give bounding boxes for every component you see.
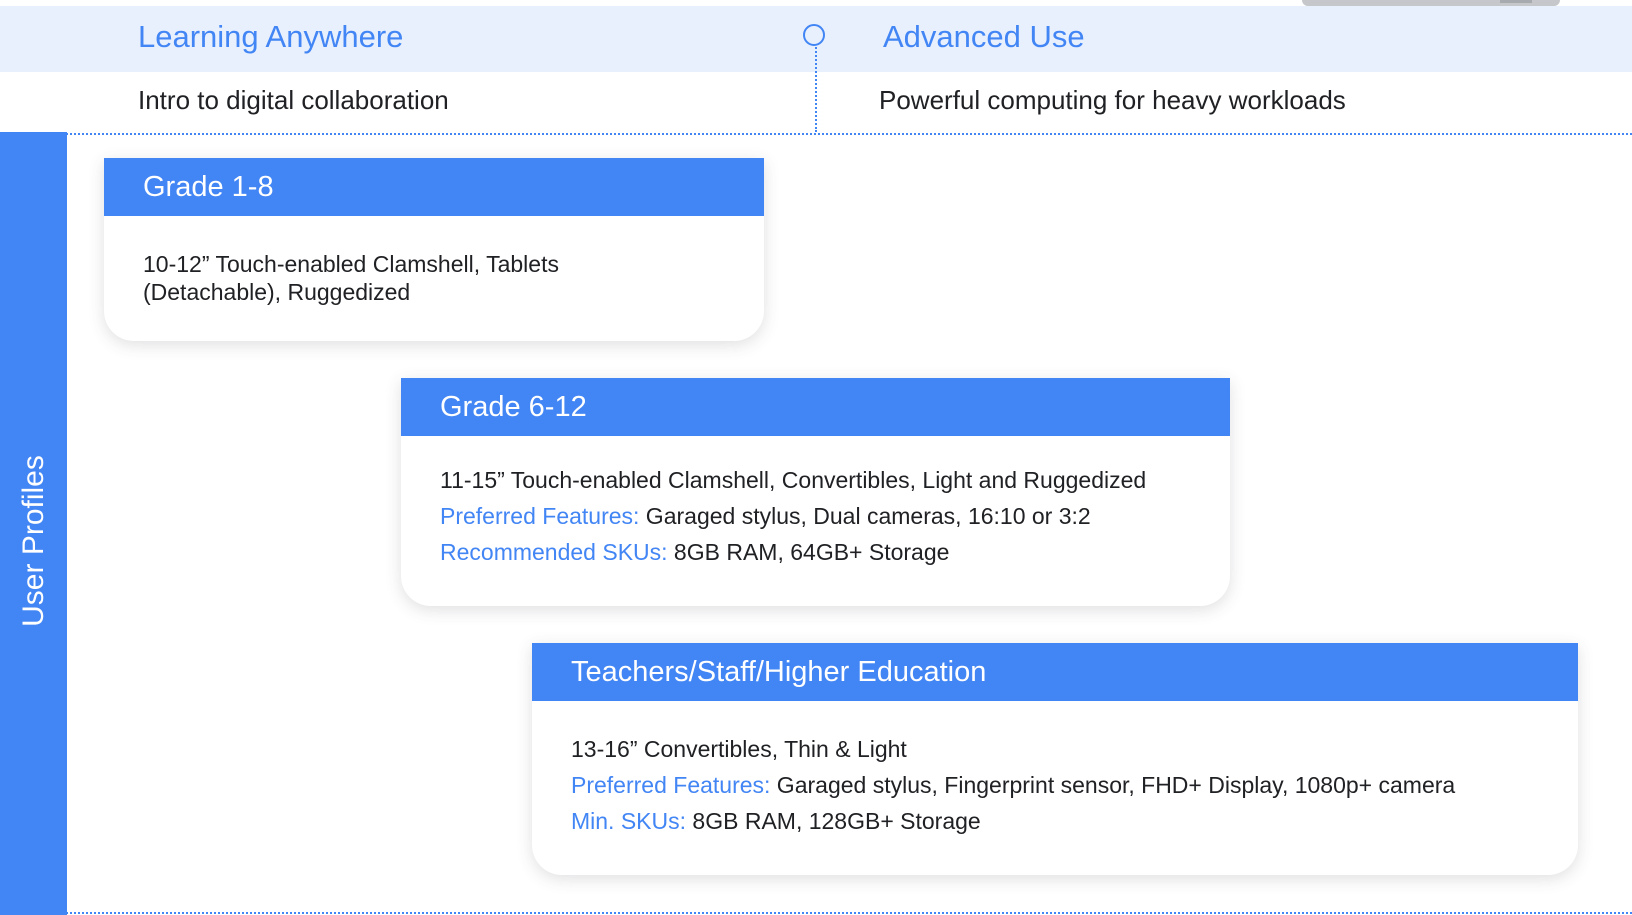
advanced-use-heading: Advanced Use — [883, 19, 1085, 54]
card-body: 13-16” Convertibles, Thin & Light Prefer… — [532, 701, 1578, 839]
skus-value: 8GB RAM, 128GB+ Storage — [686, 808, 981, 834]
skus-label: Min. SKUs: — [571, 808, 687, 834]
card-skus-line: Recommended SKUs: 8GB RAM, 64GB+ Storage — [440, 534, 1200, 570]
card-teachers-staff-higher-education: Teachers/Staff/Higher Education 13-16” C… — [532, 643, 1578, 875]
features-label: Preferred Features: — [571, 772, 771, 798]
card-description: 10-12” Touch-enabled Clamshell, Tablets … — [143, 251, 559, 305]
card-features-line: Preferred Features: Garaged stylus, Dual… — [440, 498, 1200, 534]
card-title: Teachers/Staff/Higher Education — [532, 643, 1578, 701]
card-grade-6-12: Grade 6-12 11-15” Touch-enabled Clamshel… — [401, 378, 1230, 606]
card-description: 11-15” Touch-enabled Clamshell, Converti… — [440, 467, 1147, 493]
skus-value: 8GB RAM, 64GB+ Storage — [667, 539, 950, 565]
card-body: 11-15” Touch-enabled Clamshell, Converti… — [401, 436, 1230, 570]
card-features-line: Preferred Features: Garaged stylus, Fing… — [571, 767, 1548, 803]
advanced-use-subheading: Powerful computing for heavy workloads — [879, 85, 1346, 115]
card-grade-1-8: Grade 1-8 10-12” Touch-enabled Clamshell… — [104, 158, 764, 341]
features-value: Garaged stylus, Dual cameras, 16:10 or 3… — [639, 503, 1091, 529]
skus-label: Recommended SKUs: — [440, 539, 668, 565]
features-label: Preferred Features: — [440, 503, 640, 529]
user-profiles-label: User Profiles — [17, 455, 50, 627]
card-title: Grade 6-12 — [401, 378, 1230, 436]
learning-anywhere-heading: Learning Anywhere — [138, 19, 404, 54]
card-body: 10-12” Touch-enabled Clamshell, Tablets … — [104, 216, 643, 306]
top-dotted-divider — [66, 133, 1632, 135]
card-skus-line: Min. SKUs: 8GB RAM, 128GB+ Storage — [571, 803, 1548, 839]
divider-node-circle — [803, 24, 825, 46]
features-value: Garaged stylus, Fingerprint sensor, FHD+… — [770, 772, 1456, 798]
card-description: 13-16” Convertibles, Thin & Light — [571, 736, 907, 762]
card-title: Grade 1-8 — [104, 158, 764, 216]
learning-anywhere-subheading: Intro to digital collaboration — [138, 85, 449, 115]
bottom-dotted-divider — [66, 912, 1632, 914]
